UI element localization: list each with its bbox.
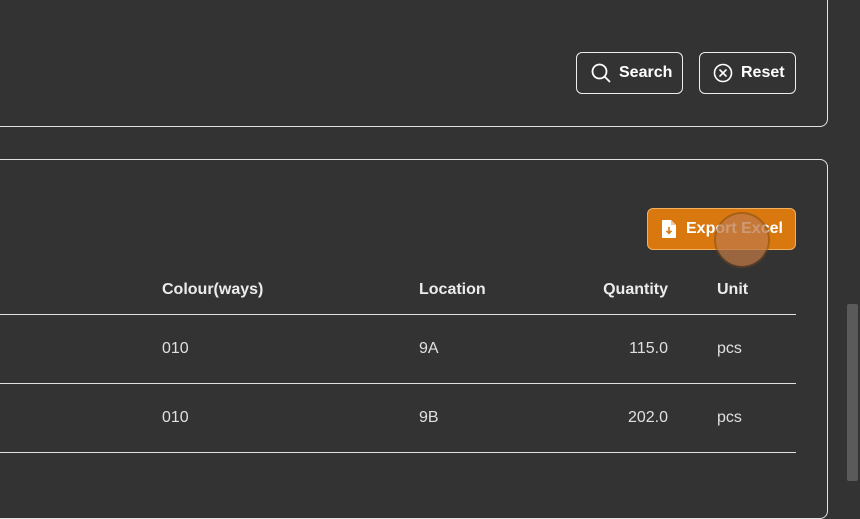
column-header-colourways[interactable]: Colour(ways) xyxy=(162,281,263,299)
column-header-location[interactable]: Location xyxy=(419,281,486,299)
export-excel-button[interactable]: Export Excel xyxy=(647,208,796,250)
row-divider xyxy=(0,383,796,384)
search-button-label: Search xyxy=(619,64,673,81)
cell-unit: pcs xyxy=(717,340,742,357)
close-circle-icon xyxy=(713,63,733,83)
search-icon xyxy=(591,63,611,83)
search-button[interactable]: Search xyxy=(576,52,683,94)
cell-colourways: 010 xyxy=(162,409,189,426)
cell-unit: pcs xyxy=(717,409,742,426)
cell-location: 9B xyxy=(419,409,439,426)
cell-location: 9A xyxy=(419,340,439,357)
column-header-unit[interactable]: Unit xyxy=(717,281,748,299)
cell-quantity: 115.0 xyxy=(629,340,668,357)
header-divider xyxy=(0,314,796,315)
cell-quantity: 202.0 xyxy=(627,409,668,426)
column-header-quantity[interactable]: Quantity xyxy=(568,281,668,299)
cell-colourways: 010 xyxy=(162,340,189,357)
reset-button[interactable]: Reset xyxy=(699,52,796,94)
file-download-icon xyxy=(662,220,676,238)
row-divider xyxy=(0,452,796,453)
scrollbar-thumb[interactable] xyxy=(847,304,858,481)
reset-button-label: Reset xyxy=(741,64,785,81)
export-excel-label: Export Excel xyxy=(686,220,783,237)
